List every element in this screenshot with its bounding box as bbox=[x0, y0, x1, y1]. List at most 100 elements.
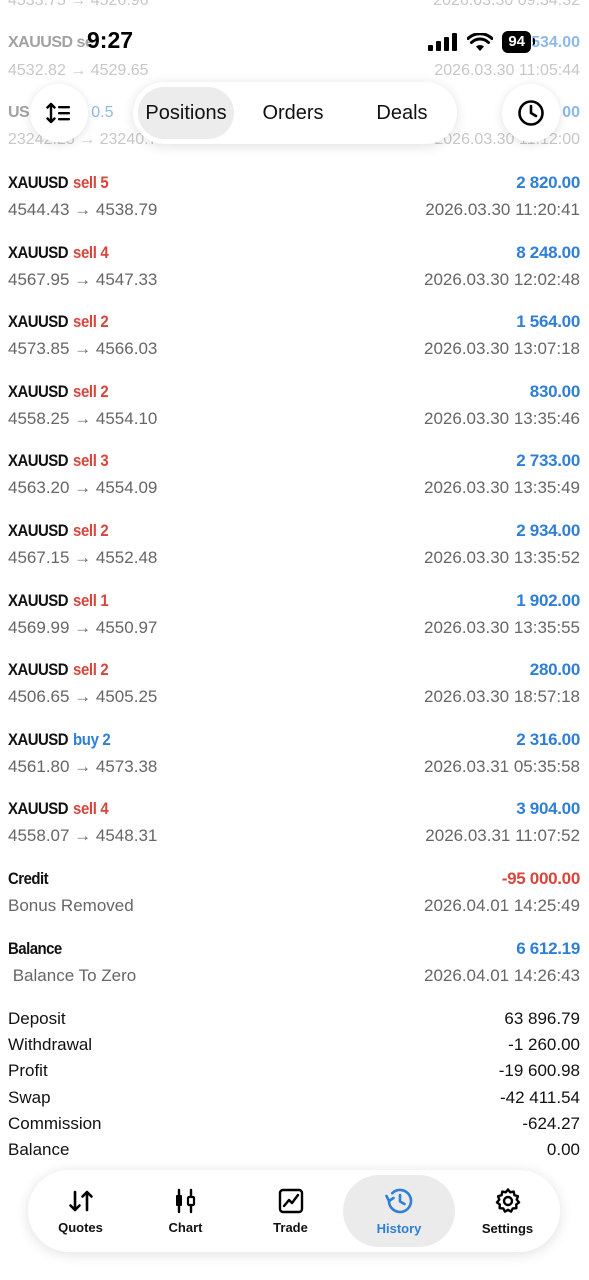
deal-prices: Bonus Removed bbox=[8, 896, 134, 915]
deal-row[interactable]: XAUUSD sell 2 830.00 4558.25 → 4554.10 2026.… bbox=[0, 382, 589, 452]
deal-symbol: XAUUSD bbox=[8, 660, 69, 680]
deal-row[interactable]: XAUUSD buy 2 2 316.00 4561.80 → 4573.38 2026… bbox=[0, 730, 589, 800]
deal-title: XAUUSD sell 3 bbox=[8, 451, 113, 471]
deal-time: 2026.03.30 11:20:41 bbox=[425, 200, 580, 219]
deal-profit: 2 316.00 bbox=[516, 729, 580, 749]
tab-settings[interactable]: Settings bbox=[455, 1175, 560, 1247]
battery-indicator: 94 bbox=[502, 31, 535, 53]
deal-row[interactable]: XAUUSD sell 3 2 733.00 4563.20 → 4554.09 202… bbox=[0, 451, 589, 521]
summary-label: Deposit bbox=[8, 1009, 66, 1028]
deal-row[interactable]: Balance 6 612.19 Balance To Zero 2026.04.0… bbox=[0, 939, 589, 1009]
status-time: 9:27 bbox=[87, 27, 134, 53]
deal-side: sell 2 bbox=[73, 521, 109, 540]
deal-row[interactable]: XAUUSD sell 2 2 934.00 4567.15 → 4552.48 202… bbox=[0, 521, 589, 591]
deal-prices: 4558.07 → 4548.31 bbox=[8, 826, 158, 846]
summary-label: Withdrawal bbox=[8, 1035, 93, 1055]
deal-row[interactable]: XAUUSD sell 1 1 902.00 4569.99 → 4550.97 202… bbox=[0, 591, 589, 661]
clock-icon bbox=[518, 100, 544, 126]
ghost-time: 2026.03.30 11:12:00 bbox=[434, 131, 580, 148]
tab-label: Quotes bbox=[58, 1219, 103, 1235]
tab-bar: Quotes Chart Trade History Settings bbox=[28, 1170, 560, 1252]
summary-value: -624.27 bbox=[522, 1113, 580, 1133]
deal-title: XAUUSD sell 4 bbox=[8, 243, 113, 263]
tab-history[interactable]: History bbox=[343, 1175, 455, 1247]
deal-prices: 4558.25 → 4554.10 bbox=[8, 408, 158, 428]
deal-profit: 6 612.19 bbox=[516, 938, 580, 958]
deal-prices: 4506.65 → 4505.25 bbox=[8, 687, 158, 707]
quotes-icon bbox=[68, 1190, 93, 1211]
deal-side: sell 4 bbox=[73, 242, 109, 262]
tab-trade[interactable]: Trade bbox=[238, 1175, 343, 1247]
deal-side: sell 2 bbox=[73, 312, 109, 332]
deal-symbol: XAUUSD bbox=[8, 521, 69, 540]
tab-orders[interactable]: Orders bbox=[234, 87, 352, 139]
summary-label: Swap bbox=[8, 1087, 51, 1107]
deal-side: sell 2 bbox=[73, 381, 109, 401]
deal-row[interactable]: Credit -95 000.00 Bonus Removed 2026.04.01 … bbox=[0, 869, 589, 939]
deal-side: sell 5 bbox=[73, 173, 109, 192]
settings-icon bbox=[495, 1187, 520, 1213]
deal-time: 2026.03.31 11:07:52 bbox=[425, 826, 580, 846]
status-bar: 9:27 94 bbox=[0, 0, 589, 80]
tab-label: Settings bbox=[481, 1220, 534, 1236]
deal-title: XAUUSD sell 2 bbox=[8, 382, 113, 402]
summary-value: -42 411.54 bbox=[499, 1087, 580, 1107]
summary-value: -19 600.98 bbox=[498, 1061, 580, 1081]
tab-label: Chart bbox=[168, 1219, 203, 1235]
tab-quotes[interactable]: Quotes bbox=[28, 1175, 133, 1247]
tab-deals[interactable]: Deals bbox=[352, 87, 452, 139]
deal-prices: 4544.43 → 4538.79 bbox=[8, 200, 158, 219]
deal-row[interactable]: XAUUSD sell 4 3 904.00 4558.07 → 4548.31 202… bbox=[0, 799, 589, 869]
ghost-symbol: US bbox=[8, 104, 30, 121]
deal-time: 2026.03.30 12:02:48 bbox=[424, 269, 580, 289]
trade-icon bbox=[278, 1188, 303, 1213]
chart-icon bbox=[175, 1188, 195, 1213]
summary-row: Deposit 63 896.79 bbox=[8, 1006, 580, 1032]
summary-row: Profit -19 600.98 bbox=[8, 1058, 580, 1084]
tab-positions[interactable]: Positions bbox=[138, 87, 234, 139]
deal-symbol: XAUUSD bbox=[8, 242, 69, 262]
deal-profit: 8 248.00 bbox=[516, 242, 580, 262]
deal-side: sell 4 bbox=[73, 799, 109, 819]
deal-title: Balance bbox=[8, 939, 66, 959]
deal-symbol: XAUUSD bbox=[8, 381, 69, 401]
wifi-icon bbox=[467, 32, 494, 51]
deal-time: 2026.03.30 13:35:52 bbox=[424, 548, 580, 567]
deal-symbol: XAUUSD bbox=[8, 799, 69, 819]
period-button[interactable] bbox=[502, 84, 560, 142]
deal-row[interactable]: XAUUSD sell 5 2 820.00 4544.43 → 4538.79 202… bbox=[0, 173, 589, 243]
deal-row[interactable]: XAUUSD sell 2 1 564.00 4573.85 → 4566.03 202… bbox=[0, 312, 589, 382]
tab-label: History bbox=[376, 1220, 422, 1236]
sort-button[interactable] bbox=[30, 84, 88, 142]
history-segmented-control: Positions Orders Deals bbox=[133, 82, 457, 144]
tab-chart[interactable]: Chart bbox=[133, 1175, 238, 1247]
deal-profit: 1 902.00 bbox=[516, 590, 580, 610]
deal-symbol: XAUUSD bbox=[8, 173, 69, 192]
deal-title: XAUUSD sell 2 bbox=[8, 521, 113, 541]
deal-symbol: XAUUSD bbox=[8, 312, 69, 332]
tab-label: Trade bbox=[273, 1219, 308, 1235]
summary-label: Profit bbox=[8, 1061, 48, 1081]
summary-value: -1 260.00 bbox=[508, 1035, 580, 1055]
deal-row[interactable]: XAUUSD sell 2 280.00 4506.65 → 4505.25 2026.… bbox=[0, 660, 589, 730]
deal-side: sell 3 bbox=[73, 451, 109, 471]
deal-side: buy 2 bbox=[73, 729, 111, 749]
deal-row[interactable]: XAUUSD sell 4 8 248.00 4567.95 → 4547.33 202… bbox=[0, 243, 589, 313]
summary-row: Balance 0.00 bbox=[8, 1137, 580, 1163]
signal-icon bbox=[428, 33, 458, 51]
deal-prices: Balance To Zero bbox=[8, 965, 137, 985]
summary-block: Deposit 63 896.79 Withdrawal -1 260.00 Pro… bbox=[8, 1006, 580, 1163]
deal-profit: 2 934.00 bbox=[516, 521, 580, 540]
deal-symbol: Credit bbox=[8, 869, 49, 888]
deal-side: sell 1 bbox=[73, 590, 109, 610]
deal-title: XAUUSD sell 2 bbox=[8, 312, 113, 332]
deal-time: 2026.04.01 14:26:43 bbox=[424, 965, 580, 985]
summary-label: Balance bbox=[8, 1139, 70, 1159]
sort-icon bbox=[46, 102, 70, 124]
deal-profit: 1 564.00 bbox=[516, 312, 580, 332]
summary-row: Commission -624.27 bbox=[8, 1111, 580, 1137]
deal-profit: 3 904.00 bbox=[516, 799, 580, 819]
deal-prices: 4561.80 → 4573.38 bbox=[8, 756, 158, 776]
deal-title: Credit bbox=[8, 869, 51, 889]
deal-title: XAUUSD buy 2 bbox=[8, 730, 116, 750]
